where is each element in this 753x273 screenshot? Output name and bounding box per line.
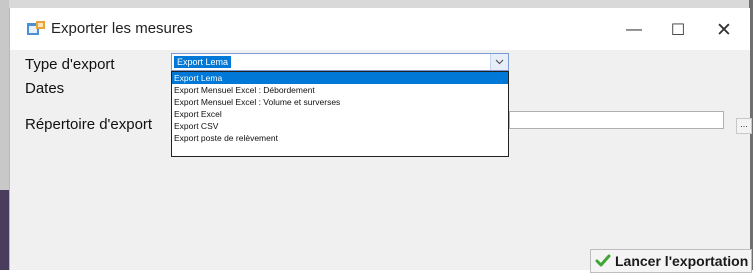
dropdown-option-export-lema[interactable]: Export Lema: [172, 72, 508, 84]
title-bar[interactable]: Exporter les mesures — ☐ ✕: [10, 8, 750, 50]
maximize-icon: ☐: [670, 22, 686, 39]
dropdown-option-export-excel[interactable]: Export Excel: [172, 108, 508, 120]
export-type-selected-value: Export Lema: [174, 56, 232, 68]
dropdown-option-export-mensuel-debordement[interactable]: Export Mensuel Excel : Débordement: [172, 84, 508, 96]
checkmark-icon: [595, 254, 611, 267]
start-export-label: Lancer l'exportation: [615, 253, 749, 269]
export-type-label: Type d'export: [25, 56, 115, 73]
export-type-select[interactable]: Export Lema: [171, 53, 509, 71]
start-export-button[interactable]: Lancer l'exportation: [590, 249, 752, 273]
dropdown-option-export-poste[interactable]: Export poste de relèvement: [172, 132, 508, 144]
chevron-down-icon: [495, 59, 504, 65]
background-left-dark-strip: [0, 190, 9, 270]
export-dialog: Exporter les mesures — ☐ ✕ Type d'export…: [9, 8, 752, 273]
dropdown-option-export-mensuel-volume[interactable]: Export Mensuel Excel : Volume et survers…: [172, 96, 508, 108]
export-directory-field[interactable]: [509, 111, 724, 129]
browse-directory-button[interactable]: ...: [736, 118, 752, 134]
window-title: Exporter les mesures: [51, 20, 193, 37]
maximize-button[interactable]: ☐: [658, 16, 698, 44]
dropdown-option-export-csv[interactable]: Export CSV: [172, 120, 508, 132]
export-type-dropdown-list: Export Lema Export Mensuel Excel : Débor…: [171, 71, 509, 157]
close-button[interactable]: ✕: [704, 16, 744, 44]
app-window-icon: [27, 21, 45, 35]
dates-label: Dates: [25, 80, 65, 97]
minimize-button[interactable]: —: [614, 16, 654, 44]
close-icon: ✕: [716, 19, 732, 41]
dropdown-toggle[interactable]: [490, 54, 508, 70]
minimize-icon: —: [626, 21, 642, 38]
background-top-edge: [0, 0, 753, 8]
export-directory-label: Répertoire d'export: [25, 116, 153, 133]
